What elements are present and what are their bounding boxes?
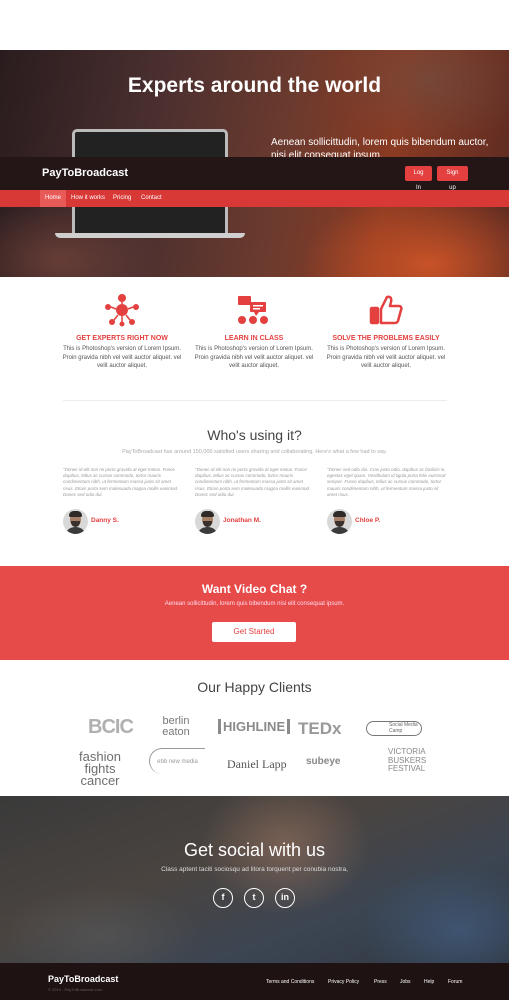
laptop-base: [55, 233, 245, 238]
testimonial-quote: "Donec sed odio dui. Cras justo odio, da…: [327, 467, 446, 497]
footer-link-forum[interactable]: Forum: [448, 979, 462, 985]
clients-title: Our Happy Clients: [197, 679, 312, 695]
social-background-blob: [360, 866, 509, 963]
nav-pricing[interactable]: Pricing: [108, 190, 136, 207]
client-logo: ebb new media: [149, 748, 205, 774]
testimonials-title: Who's using it?: [207, 427, 302, 443]
author-name: Danny S.: [91, 517, 119, 524]
hero-banner: Experts around the world Aenean sollicit…: [0, 50, 509, 277]
login-button[interactable]: Log In: [405, 166, 432, 191]
cta-title: Want Video Chat ?: [201, 582, 308, 596]
testimonial-quote: "Donec id elit non mi porta gravida at e…: [63, 467, 179, 497]
avatar: [195, 509, 220, 534]
video-chat-cta: Want Video Chat ? Aenean sollicittudin, …: [0, 566, 509, 660]
social-subtitle: Class aptent taciti sociosqu ad litora t…: [161, 866, 348, 873]
footer-link-privacy[interactable]: Privacy Policy: [328, 979, 359, 985]
client-logo: BCIC: [88, 716, 134, 738]
footer-copyright: © 2014 - PayToBroadcast.com: [48, 987, 103, 992]
social-title: Get social with us: [183, 840, 326, 860]
social-section: Get social with us Class aptent taciti s…: [0, 796, 509, 963]
cta-subtitle: Aenean sollicittudin, lorem quis bibendu…: [164, 601, 345, 607]
site-logo[interactable]: PayToBroadcast: [42, 167, 128, 179]
facebook-icon[interactable]: f: [213, 888, 233, 908]
site-footer: PayToBroadcast © 2014 - PayToBroadcast.c…: [0, 963, 509, 1000]
footer-link-jobs[interactable]: Jobs: [400, 979, 411, 985]
network-people-icon: [105, 294, 139, 327]
twitter-icon[interactable]: t: [244, 888, 264, 908]
client-logo: VICTORIA BUSKERS FESTIVAL: [388, 747, 427, 773]
hero-title: Experts around the world: [127, 74, 382, 97]
social-background-blob: [0, 886, 200, 963]
client-logo: subeye: [306, 756, 341, 767]
feature-text: This is Photoshop's version of Lorem Ips…: [62, 346, 182, 369]
feature-text: This is Photoshop's version of Lorem Ips…: [194, 346, 314, 369]
author-name: Chloe P.: [355, 517, 381, 524]
client-logo: fashion fights cancer: [79, 749, 121, 788]
avatar: [327, 509, 352, 534]
site-header: PayToBroadcast Log In Sign up: [0, 157, 509, 191]
feature-experts: GET EXPERTS RIGHT NOW This is Photoshop'…: [62, 293, 182, 371]
feature-title: GET EXPERTS RIGHT NOW: [76, 335, 168, 342]
nav-contact[interactable]: Contact: [136, 190, 167, 207]
client-logo: Social Media Camp: [366, 721, 422, 736]
get-started-button[interactable]: Get Started: [212, 622, 296, 642]
author-name: Jonathan M.: [223, 517, 261, 524]
class-chat-icon: [238, 296, 268, 324]
main-nav: Home How it works Pricing Contact: [0, 190, 509, 207]
testimonials-subtitle: PayToBroadcast has around 150,000 satisf…: [122, 449, 387, 455]
linkedin-icon[interactable]: in: [275, 888, 295, 908]
nav-how-it-works[interactable]: How it works: [66, 190, 110, 207]
avatar: [63, 509, 88, 534]
client-logo: Daniel Lapp: [227, 757, 287, 771]
footer-link-terms[interactable]: Terms and Conditions: [266, 979, 314, 985]
client-logo: berlin eaton: [162, 715, 190, 738]
footer-link-help[interactable]: Help: [424, 979, 434, 985]
signup-button[interactable]: Sign up: [437, 166, 468, 191]
client-logo: TEDx: [298, 719, 342, 738]
feature-text: This is Photoshop's version of Lorem Ips…: [326, 346, 446, 369]
testimonial-quote: "Donec id elit non mi porta gravida at e…: [195, 467, 311, 497]
footer-link-press[interactable]: Press: [374, 979, 387, 985]
hero-background-glow: [330, 50, 509, 150]
feature-solve: SOLVE THE PROBLEMS EASILY This is Photos…: [326, 293, 446, 371]
feature-title: LEARN IN CLASS: [224, 335, 284, 342]
section-divider: [63, 400, 447, 401]
footer-logo[interactable]: PayToBroadcast: [48, 974, 118, 984]
thumbs-up-icon: [369, 295, 403, 325]
nav-home[interactable]: Home: [40, 190, 67, 207]
feature-title: SOLVE THE PROBLEMS EASILY: [332, 335, 440, 342]
client-logo: HIGHLINE: [218, 719, 291, 734]
feature-learn: LEARN IN CLASS This is Photoshop's versi…: [194, 293, 314, 371]
